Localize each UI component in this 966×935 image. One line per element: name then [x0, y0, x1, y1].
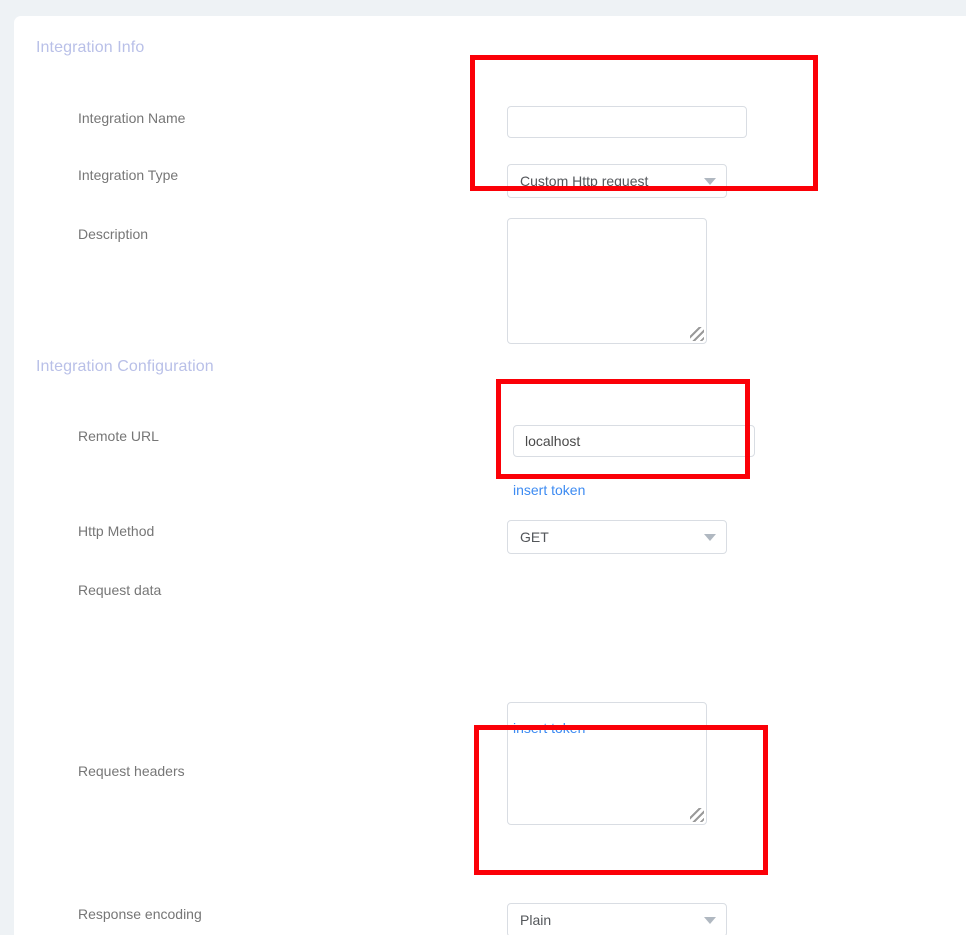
- insert-token-link-request-data[interactable]: insert token: [513, 720, 585, 736]
- page-root: Integration Info Integration Name Integr…: [0, 0, 966, 935]
- section-heading-integration-info: Integration Info: [36, 39, 145, 56]
- response-encoding-selected-value: Plain: [520, 912, 552, 928]
- label-request-headers: Request headers: [78, 763, 185, 779]
- integration-name-input[interactable]: [507, 106, 747, 138]
- response-encoding-select[interactable]: Plain: [507, 903, 727, 935]
- http-method-selected-value: GET: [520, 529, 549, 545]
- label-http-method: Http Method: [78, 523, 155, 539]
- description-textarea[interactable]: [507, 218, 707, 344]
- resize-grip-icon[interactable]: [690, 808, 704, 822]
- insert-token-link-remote-url[interactable]: insert token: [513, 482, 585, 498]
- integration-form-card: Integration Info Integration Name Integr…: [14, 16, 966, 935]
- label-description: Description: [78, 226, 149, 242]
- integration-type-select[interactable]: Custom Http request: [507, 164, 727, 198]
- chevron-down-icon: [704, 916, 716, 924]
- resize-grip-icon[interactable]: [690, 327, 704, 341]
- http-method-select[interactable]: GET: [507, 520, 727, 554]
- chevron-down-icon: [704, 177, 716, 185]
- label-integration-type: Integration Type: [78, 167, 179, 183]
- remote-url-input[interactable]: [513, 425, 755, 457]
- label-integration-name: Integration Name: [78, 110, 186, 126]
- label-remote-url: Remote URL: [78, 428, 159, 444]
- integration-type-selected-value: Custom Http request: [520, 173, 649, 189]
- label-request-data: Request data: [78, 582, 162, 598]
- label-response-encoding: Response encoding: [78, 906, 202, 922]
- section-heading-integration-configuration: Integration Configuration: [36, 358, 214, 375]
- chevron-down-icon: [704, 533, 716, 541]
